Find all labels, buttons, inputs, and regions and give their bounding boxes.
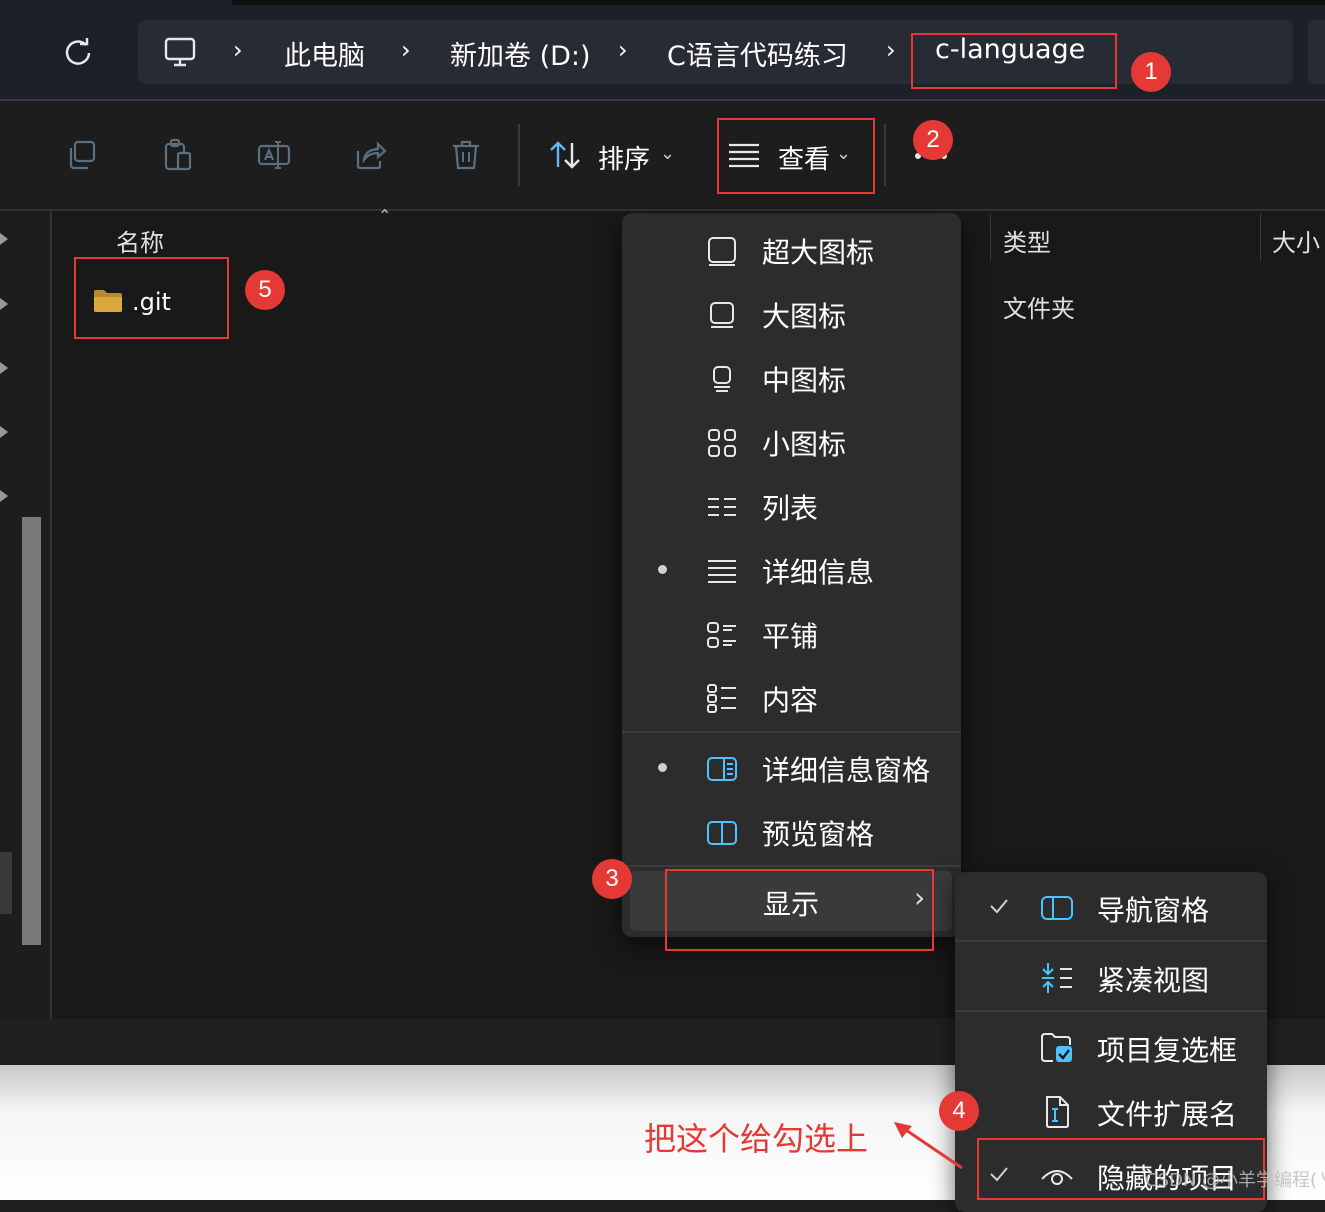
expand-arrow-icon[interactable] [0,233,8,245]
menu-item-label: 项目复选框 [1097,1034,1238,1067]
toolbar-divider [884,124,886,186]
chevron-right-icon: › [233,36,243,64]
compact-view-icon [1042,963,1072,993]
expand-arrow-icon[interactable] [0,298,8,310]
annotation-badge-3: 3 [592,859,632,899]
annotation-badge-5: 5 [245,270,285,310]
checkmark-icon [990,899,1008,914]
annotation-badge-2: 2 [913,120,953,160]
annotation-arrow-icon [894,1122,963,1170]
chevron-down-icon: ⌄ [660,143,676,164]
column-header-size[interactable]: 大小 [1272,223,1320,258]
menu-item-label: 文件扩展名 [1097,1098,1238,1131]
menu-item-preview-pane[interactable]: 预览窗格 [622,801,961,861]
column-header-type[interactable]: 类型 [1003,223,1051,258]
chevron-right-icon: › [618,36,628,64]
watermark: CSDN @小羊学编程(㇏_㇏) [1145,1170,1325,1191]
menu-item-label: 紧凑视图 [1097,964,1210,997]
chevron-right-icon: › [401,36,411,64]
expand-arrow-icon[interactable] [0,490,8,502]
navigation-scrollbar[interactable] [22,517,41,945]
this-pc-icon[interactable] [162,34,198,70]
annotation-instruction: 把这个给勾选上 [644,1120,869,1158]
breadcrumb-c-practice[interactable]: C语言代码练习 [667,34,848,73]
menu-item-content[interactable]: 内容 [622,667,961,727]
view-menu: 超大图标 大图标 中图标 小图标 列表 详细信息 平铺 内容 详细信息窗格 预览… [622,213,961,937]
list-icon [708,498,736,516]
small-icons-icon [708,429,736,457]
file-type: 文件夹 [1003,295,1075,323]
column-header-name[interactable]: 名称 [116,223,164,258]
menu-item-medium-icons[interactable]: 中图标 [622,347,961,407]
menu-item-label: 平铺 [762,620,819,653]
annotation-box-view-button [717,118,875,194]
expand-arrow-icon[interactable] [0,362,8,374]
item-checkbox-icon [1041,1033,1072,1062]
menu-divider [622,731,961,733]
sort-ascending-icon: ⌃ [378,206,392,225]
preview-pane-icon [707,821,737,845]
medium-icons-icon [713,366,731,392]
rename-icon[interactable] [256,137,292,173]
details-icon [708,560,736,583]
menu-item-file-extensions[interactable]: 文件扩展名 [955,1080,1267,1142]
menu-item-label: 超大图标 [762,236,875,269]
selected-dot-icon [658,565,667,574]
menu-item-label: 详细信息 [762,556,875,589]
menu-item-small-icons[interactable]: 小图标 [622,411,961,471]
share-icon[interactable] [352,137,388,173]
navigation-pane-icon [1041,896,1073,920]
menu-item-label: 小图标 [762,428,847,461]
column-divider[interactable] [990,213,991,261]
annotation-badge-1: 1 [1131,52,1171,92]
menu-item-extra-large-icons[interactable]: 超大图标 [622,219,961,279]
menu-item-navigation-pane[interactable]: 导航窗格 [955,876,1267,938]
menu-item-compact-view[interactable]: 紧凑视图 [955,946,1267,1008]
menu-item-label: 导航窗格 [1097,894,1210,927]
search-box-edge[interactable] [1308,20,1325,84]
navigation-selected-marker [0,852,12,914]
sort-icon [550,141,580,169]
sort-button[interactable]: 排序 ⌄ [548,135,678,179]
annotation-box-current-folder [911,33,1117,89]
breadcrumb-drive-d[interactable]: 新加卷 (D:) [450,34,591,73]
menu-divider [955,1010,1267,1012]
menu-item-label: 中图标 [762,364,847,397]
menu-item-label: 详细信息窗格 [762,754,931,787]
content-icon [707,684,736,713]
chevron-right-icon: › [886,36,896,64]
selected-dot-icon [658,763,667,772]
menu-item-details[interactable]: 详细信息 [622,539,961,599]
delete-icon[interactable] [448,137,484,173]
copy-icon[interactable] [64,137,100,173]
menu-divider [955,940,1267,942]
breadcrumb-this-pc[interactable]: 此电脑 [284,34,365,73]
menu-item-details-pane[interactable]: 详细信息窗格 [622,737,961,797]
annotation-box-show [665,869,934,951]
expand-arrow-icon[interactable] [0,426,8,438]
refresh-icon[interactable] [62,36,94,68]
menu-divider [622,865,961,867]
column-divider[interactable] [1260,213,1261,261]
menu-item-tiles[interactable]: 平铺 [622,603,961,663]
menu-item-list[interactable]: 列表 [622,475,961,535]
menu-item-large-icons[interactable]: 大图标 [622,283,961,343]
sort-label: 排序 [598,145,651,175]
extra-large-icons-icon [708,237,736,266]
paste-icon[interactable] [160,137,196,173]
annotation-box-git-folder [74,257,229,339]
menu-item-label: 预览窗格 [762,818,875,851]
large-icons-icon [710,302,734,328]
menu-item-label: 列表 [762,492,819,525]
details-pane-icon [707,757,737,781]
menu-item-label: 内容 [762,684,819,717]
menu-item-label: 大图标 [762,300,847,333]
tiles-icon [707,622,736,648]
file-extension-icon [1046,1096,1069,1128]
menu-item-item-checkboxes[interactable]: 项目复选框 [955,1016,1267,1078]
window-top-strip [232,0,1325,5]
toolbar-divider [518,124,520,186]
